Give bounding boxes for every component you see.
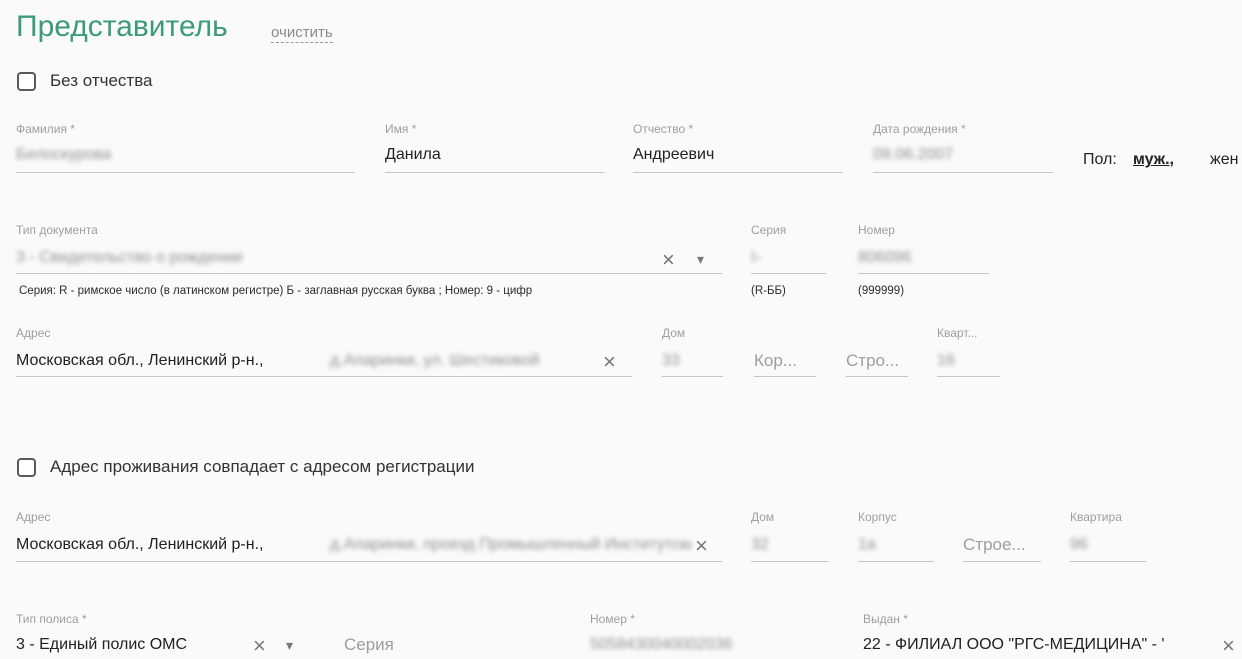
policy-type-clear-icon[interactable]: × — [253, 635, 266, 657]
surname-label: Фамилия * — [16, 122, 75, 136]
doc-type-underline — [16, 273, 722, 274]
doc-series-underline — [751, 273, 826, 274]
live-apartment-label: Квартира — [1070, 510, 1122, 524]
doc-number-hint: (999999) — [858, 285, 905, 297]
reg-korpus-input[interactable]: Кор... — [754, 351, 814, 371]
live-korpus-label: Корпус — [858, 510, 897, 524]
reg-apartment-underline — [937, 376, 1000, 377]
birth-date-label: Дата рождения * — [873, 122, 966, 136]
surname-input[interactable]: Белоскурова — [16, 146, 346, 164]
live-stroenie-underline — [963, 561, 1041, 562]
patronymic-underline — [633, 172, 843, 173]
surname-underline — [16, 172, 355, 173]
name-input[interactable]: Данила — [385, 146, 595, 164]
birth-date-input[interactable]: 09.06.2007 — [873, 146, 1043, 164]
reg-address-underline — [16, 376, 632, 377]
doc-series-hint: (R-ББ) — [751, 285, 786, 297]
policy-issuer-label: Выдан * — [863, 612, 908, 626]
policy-type-label: Тип полиса * — [16, 612, 87, 626]
reg-apartment-input[interactable]: 16 — [937, 352, 987, 370]
reg-address-label: Адрес — [16, 326, 51, 340]
live-apartment-input[interactable]: 96 — [1070, 536, 1130, 554]
doc-number-underline — [858, 273, 989, 274]
patronymic-label: Отчество * — [633, 122, 694, 136]
doc-type-label: Тип документа — [16, 223, 98, 237]
gender-female-option[interactable]: жен — [1210, 151, 1238, 169]
reg-address-input[interactable]: Московская обл., Ленинский р-н., — [16, 352, 263, 370]
doc-series-input[interactable]: I- — [751, 249, 811, 267]
policy-number-label: Номер * — [590, 612, 635, 626]
reg-apartment-label: Кварт... — [937, 326, 978, 340]
live-stroenie-input[interactable]: Строе... — [963, 535, 1041, 555]
reg-house-label: Дом — [662, 326, 686, 340]
reg-stroenie-underline — [846, 376, 908, 377]
doc-type-select[interactable]: 3 - Свидетельство о рождении — [16, 249, 636, 267]
gender-label: Пол: — [1083, 151, 1117, 168]
clear-link[interactable]: очистить — [271, 25, 333, 43]
policy-series-input[interactable]: Серия — [344, 635, 464, 655]
name-label: Имя * — [385, 122, 417, 136]
reg-korpus-underline — [754, 376, 816, 377]
live-korpus-underline — [858, 561, 934, 562]
same-address-checkbox[interactable] — [17, 458, 36, 477]
doc-format-hint: Серия: R - римское число (в латинском ре… — [19, 285, 533, 297]
reg-house-underline — [662, 376, 723, 377]
live-house-underline — [751, 561, 828, 562]
reg-address-clear-icon[interactable]: × — [603, 351, 616, 373]
no-patronymic-checkbox[interactable] — [17, 72, 36, 91]
gender-male-option[interactable]: муж., — [1133, 151, 1174, 169]
policy-type-select[interactable]: 3 - Единый полис ОМС — [16, 636, 226, 654]
no-patronymic-label: Без отчества — [50, 71, 153, 90]
live-house-input[interactable]: 32 — [751, 536, 811, 554]
reg-address-blurred: д.Апаринки, ул. Шестиковой — [330, 352, 540, 369]
live-korpus-input[interactable]: 1а — [858, 536, 918, 554]
live-address-clear-icon[interactable]: × — [695, 535, 708, 557]
policy-issuer-clear-icon[interactable]: × — [1222, 635, 1235, 657]
doc-series-label: Серия — [751, 223, 787, 237]
doc-type-clear-icon[interactable]: × — [662, 249, 675, 271]
live-address-label: Адрес — [16, 510, 51, 524]
policy-number-input[interactable]: 5058430040002036 — [590, 636, 790, 654]
doc-number-label: Номер — [858, 223, 895, 237]
policy-type-dropdown-icon[interactable]: ▾ — [286, 638, 293, 652]
reg-house-input[interactable]: 33 — [662, 352, 712, 370]
section-title: Представитель — [16, 10, 228, 43]
live-house-label: Дом — [751, 510, 775, 524]
live-address-input[interactable]: Московская обл., Ленинский р-н., — [16, 536, 263, 554]
name-underline — [385, 172, 604, 173]
live-address-blurred: д.Апаринки, проезд Промышленный Институт… — [330, 536, 692, 553]
birth-date-underline — [873, 172, 1053, 173]
live-apartment-underline — [1070, 561, 1146, 562]
reg-stroenie-input[interactable]: Стро... — [846, 351, 906, 371]
live-address-underline — [16, 561, 722, 562]
same-address-label: Адрес проживания совпадает с адресом рег… — [50, 457, 475, 476]
doc-number-input[interactable]: 806096 — [858, 249, 978, 267]
policy-issuer-select[interactable]: 22 - ФИЛИАЛ ООО "РГС-МЕДИЦИНА" - ' — [863, 636, 1198, 654]
doc-type-dropdown-icon[interactable]: ▾ — [697, 252, 704, 266]
patronymic-input[interactable]: Андреевич — [633, 146, 833, 164]
